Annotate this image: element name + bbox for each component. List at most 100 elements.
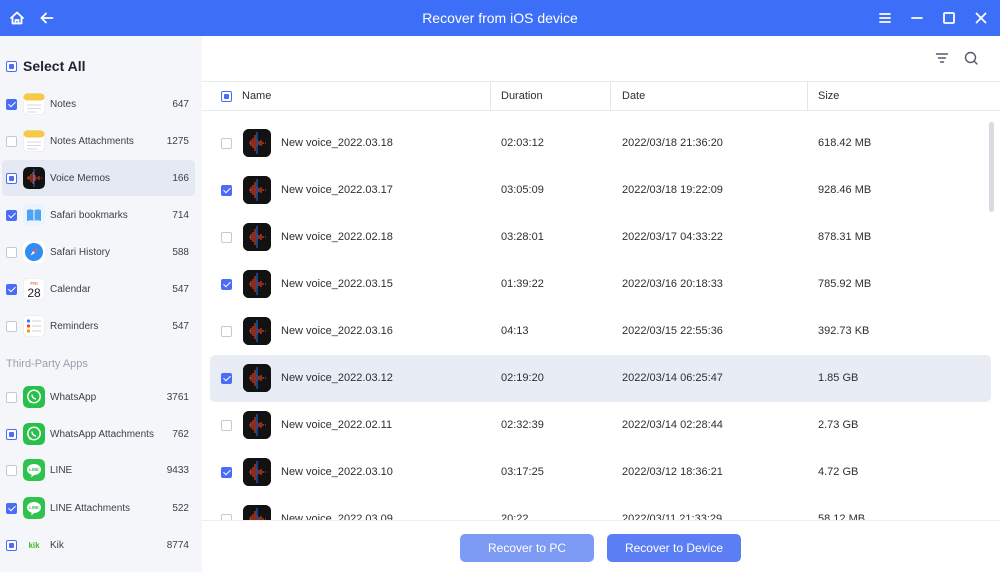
sidebar-item-label: Notes Attachments	[50, 135, 134, 147]
voice-memo-thumbnail-icon	[243, 176, 271, 204]
sidebar-item-line[interactable]: LINE LINE 9433	[2, 452, 195, 488]
file-name: New voice_2022.03.12	[281, 372, 393, 384]
notes-icon	[23, 130, 45, 152]
row-checkbox[interactable]	[221, 373, 232, 384]
sidebar-item-notes[interactable]: Notes 647	[2, 86, 195, 122]
home-button[interactable]	[6, 7, 28, 29]
table-row[interactable]: New voice_2022.02.18 03:28:01 2022/03/17 0…	[210, 214, 991, 261]
sidebar-item-checkbox[interactable]	[6, 391, 17, 403]
file-size: 878.31 MB	[818, 231, 872, 243]
sidebar-item-checkbox[interactable]	[6, 539, 17, 551]
sidebar-item-checkbox[interactable]	[6, 502, 17, 514]
sidebar-item-checkbox[interactable]	[6, 135, 17, 147]
table-row[interactable]: New voice_2022.03.17 03:05:09 2022/03/18 1…	[210, 167, 991, 214]
table-row[interactable]: New voice_2022.03.12 02:19:20 2022/03/14 0…	[210, 355, 991, 402]
voice-memo-thumbnail-icon	[243, 411, 271, 439]
category-sidebar: Select All Notes 647 Notes Attachments 1275…	[0, 36, 202, 572]
file-date: 2022/03/18 19:22:09	[622, 184, 723, 196]
file-size: 618.42 MB	[818, 137, 872, 149]
sidebar-item-checkbox[interactable]	[6, 428, 17, 440]
menu-button[interactable]	[874, 7, 896, 29]
file-name: New voice_2022.03.09	[281, 513, 393, 520]
table-row[interactable]: New voice_2022.02.11 02:32:39 2022/03/14 0…	[210, 402, 991, 449]
column-header-date[interactable]: Date	[622, 82, 645, 111]
file-date: 2022/03/18 21:36:20	[622, 137, 723, 149]
sidebar-item-count: 762	[172, 428, 189, 440]
filter-icon	[935, 53, 949, 63]
select-all-checkbox[interactable]	[6, 60, 17, 72]
action-footer: Recover to PC Recover to Device	[202, 520, 1000, 572]
select-all-files-checkbox[interactable]	[221, 91, 232, 102]
column-divider[interactable]	[490, 82, 491, 111]
sidebar-item-label: Calendar	[50, 283, 91, 295]
list-toolbar	[202, 36, 1000, 82]
sidebar-item-checkbox[interactable]	[6, 98, 17, 110]
list-scrollbar[interactable]	[989, 122, 994, 212]
sidebar-item-count: 8774	[166, 539, 189, 551]
column-divider[interactable]	[610, 82, 611, 111]
sidebar-item-checkbox[interactable]	[6, 246, 17, 258]
svg-text:LINE: LINE	[29, 467, 39, 472]
sidebar-item-kik[interactable]: kik Kik 8774	[2, 527, 195, 563]
recover-to-pc-button[interactable]: Recover to PC	[460, 534, 594, 562]
filter-button[interactable]	[934, 50, 952, 68]
sidebar-item-checkbox[interactable]	[6, 172, 17, 184]
file-name: New voice_2022.03.10	[281, 466, 393, 478]
select-all-row[interactable]: Select All	[6, 58, 86, 74]
row-checkbox[interactable]	[221, 326, 232, 337]
table-row[interactable]: New voice_2022.03.10 03:17:25 2022/03/12 1…	[210, 449, 991, 496]
svg-text:LINE: LINE	[29, 505, 39, 510]
row-checkbox[interactable]	[221, 467, 232, 478]
table-row[interactable]: New voice_2022.03.15 01:39:22 2022/03/16 2…	[210, 261, 991, 308]
sidebar-item-label: LINE Attachments	[50, 502, 131, 514]
sidebar-item-count: 3761	[166, 391, 189, 403]
sidebar-item-safari-history[interactable]: Safari History 588	[2, 234, 195, 270]
sidebar-item-calendar[interactable]: FRI 28 Calendar 547	[2, 271, 195, 307]
sidebar-item-count: 647	[172, 98, 189, 110]
sidebar-item-label: Safari History	[50, 246, 111, 258]
recover-to-device-button[interactable]: Recover to Device	[607, 534, 741, 562]
column-header-size[interactable]: Size	[818, 82, 839, 111]
sidebar-item-checkbox[interactable]	[6, 464, 17, 476]
row-checkbox[interactable]	[221, 232, 232, 243]
select-all-label: Select All	[23, 58, 86, 74]
sidebar-item-voice-memos[interactable]: Voice Memos 166	[2, 160, 195, 196]
calendar-icon-date: 28	[27, 286, 41, 300]
file-size: 58.12 MB	[818, 513, 866, 520]
file-list: New voice_2022.03.18 02:03:12 2022/03/18 2…	[202, 112, 1000, 520]
sidebar-item-label: LINE	[50, 464, 73, 476]
voice-memo-thumbnail-icon	[243, 505, 271, 520]
voice-memo-thumbnail-icon	[243, 223, 271, 251]
column-header-name[interactable]: Name	[242, 82, 271, 111]
table-row[interactable]: New voice_2022.03.09 20:22 2022/03/11 21:3…	[210, 496, 991, 520]
search-button[interactable]	[963, 50, 981, 68]
sidebar-item-whatsapp-attachments[interactable]: WhatsApp Attachments 762	[2, 416, 195, 452]
sidebar-item-notes-attachments[interactable]: Notes Attachments 1275	[2, 123, 195, 159]
sidebar-item-count: 9433	[166, 464, 189, 476]
close-button[interactable]	[970, 7, 992, 29]
sidebar-item-checkbox[interactable]	[6, 283, 17, 295]
row-checkbox[interactable]	[221, 138, 232, 149]
kik-icon: kik	[23, 534, 45, 556]
file-date: 2022/03/14 02:28:44	[622, 419, 723, 431]
sidebar-item-reminders[interactable]: Reminders 547	[2, 308, 195, 344]
sidebar-item-line-attachments[interactable]: LINE LINE Attachments 522	[2, 490, 195, 526]
sidebar-item-checkbox[interactable]	[6, 209, 17, 221]
sidebar-item-checkbox[interactable]	[6, 320, 17, 332]
safari-compass-icon	[23, 241, 45, 263]
sidebar-item-safari-bookmarks[interactable]: Safari bookmarks 714	[2, 197, 195, 233]
row-checkbox[interactable]	[221, 420, 232, 431]
file-duration: 20:22	[501, 513, 529, 520]
table-row[interactable]: New voice_2022.03.16 04:13 2022/03/15 22:5…	[210, 308, 991, 355]
maximize-button[interactable]	[938, 7, 960, 29]
back-button[interactable]	[36, 7, 58, 29]
file-duration: 04:13	[501, 325, 529, 337]
minimize-button[interactable]	[906, 7, 928, 29]
column-header-duration[interactable]: Duration	[501, 82, 543, 111]
row-checkbox[interactable]	[221, 279, 232, 290]
sidebar-item-whatsapp[interactable]: WhatsApp 3761	[2, 379, 195, 415]
column-divider[interactable]	[807, 82, 808, 111]
book-icon	[23, 204, 45, 226]
row-checkbox[interactable]	[221, 185, 232, 196]
table-row[interactable]: New voice_2022.03.18 02:03:12 2022/03/18 2…	[210, 120, 991, 167]
